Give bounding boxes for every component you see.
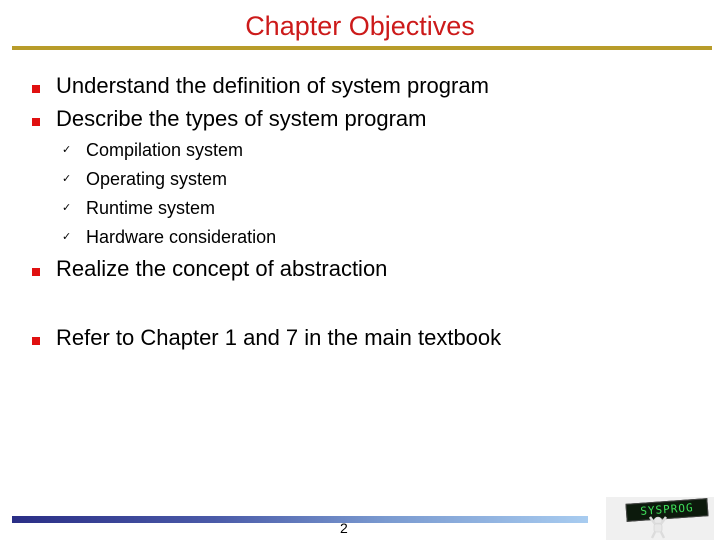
footer-gradient-bar [12,516,588,523]
bullet-text: Refer to Chapter 1 and 7 in the main tex… [56,325,502,350]
checkmark-icon: ✓ [62,144,72,156]
checkmark-icon: ✓ [62,202,72,214]
person-holding-sign-icon [648,516,668,539]
sub-item-text: Operating system [86,169,228,189]
square-bullet-icon [32,118,40,126]
square-bullet-icon [32,337,40,345]
slide-title: Chapter Objectives [245,11,475,41]
sysprog-logo: SYSPROG [606,497,714,540]
checkmark-icon: ✓ [62,173,72,185]
bullet-text: Understand the definition of system prog… [56,73,489,98]
page-number: 2 [340,520,348,536]
bullet-text: Realize the concept of abstraction [56,256,388,281]
bullet-item: Realize the concept of abstraction [32,254,387,284]
sub-item: ✓ Runtime system [62,194,215,223]
square-bullet-icon [32,85,40,93]
sub-item-text: Runtime system [86,198,216,218]
sub-item-text: Compilation system [86,140,244,160]
title-underline [12,46,712,50]
bullet-text: Describe the types of system program [56,106,427,131]
square-bullet-icon [32,268,40,276]
bullet-item: Understand the definition of system prog… [32,71,489,101]
sub-item: ✓ Compilation system [62,136,243,165]
sub-item: ✓ Hardware consideration [62,223,276,252]
sub-item-text: Hardware consideration [86,227,277,247]
bullet-item: Refer to Chapter 1 and 7 in the main tex… [32,323,501,353]
checkmark-icon: ✓ [62,231,72,243]
bullet-item: Describe the types of system program [32,104,426,134]
sub-item: ✓ Operating system [62,165,227,194]
